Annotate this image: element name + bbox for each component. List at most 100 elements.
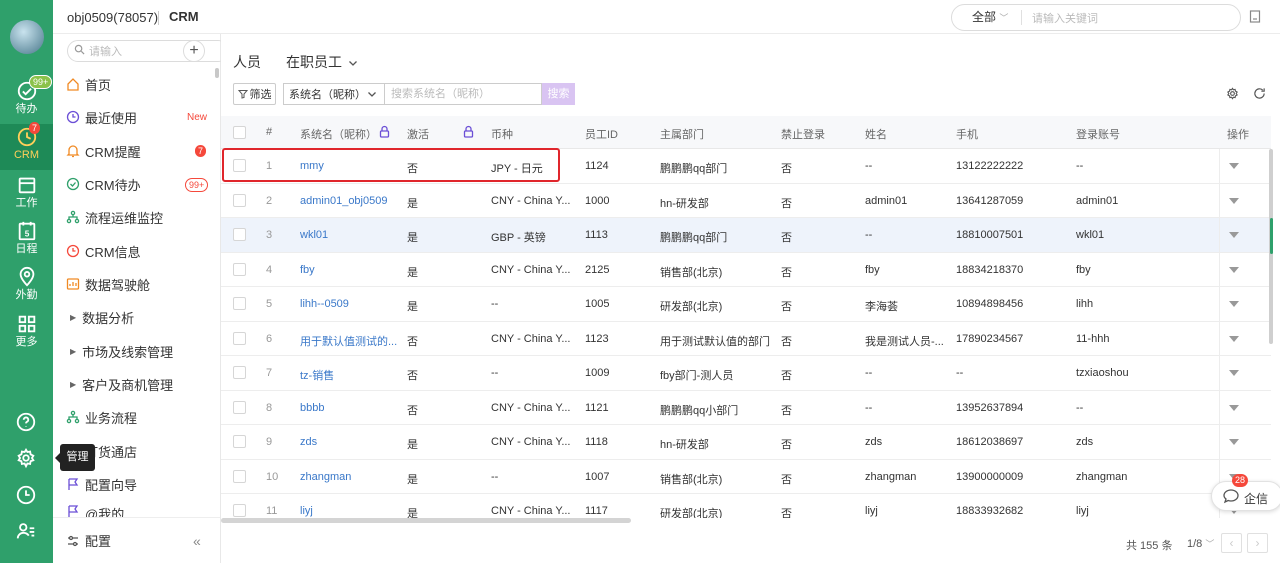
row-actions[interactable] (1219, 218, 1271, 252)
table-horizontal-scrollbar[interactable] (221, 518, 631, 523)
nav-item-mentions[interactable]: @我的 (53, 504, 213, 518)
org-name[interactable]: obj0509(78057) (67, 10, 158, 25)
select-all-checkbox[interactable] (233, 126, 246, 139)
column-header[interactable]: 姓名 (865, 126, 887, 142)
search-button[interactable]: 搜索 (542, 83, 575, 105)
row-actions[interactable] (1219, 287, 1271, 321)
nav-item-marketing[interactable]: ▶ 市场及线索管理 (53, 339, 213, 363)
column-header[interactable]: 禁止登录 (781, 126, 825, 142)
row-actions[interactable] (1219, 321, 1271, 355)
rail-item-todo[interactable]: 待办 99+ (0, 75, 53, 124)
document-icon[interactable] (1249, 10, 1261, 23)
name-link[interactable]: zds (300, 436, 317, 448)
row-checkbox[interactable] (233, 435, 246, 448)
filter-button[interactable]: 筛选 (233, 83, 276, 105)
table-row[interactable]: 2 admin01_obj0509 是 CNY - China Y... 1000 hn-… (221, 183, 1271, 218)
nav-item-data-analysis[interactable]: ▶ 数据分析 (53, 305, 213, 329)
row-checkbox[interactable] (233, 297, 246, 310)
clock-icon (66, 244, 80, 258)
table-row[interactable]: 4 fby 是 CNY - China Y... 2125 销售部(北京) 否 fby 1883… (221, 252, 1271, 287)
nav-item-business-flow[interactable]: 业务流程 (53, 405, 213, 429)
name-link[interactable]: liyj (300, 505, 313, 517)
column-header[interactable]: 登录账号 (1076, 126, 1120, 142)
settings-icon[interactable] (1226, 87, 1239, 100)
rail-item-work[interactable]: 工作 (0, 172, 53, 218)
collapse-icon[interactable]: « (193, 533, 201, 549)
name-link[interactable]: admin01_obj0509 (300, 195, 387, 207)
nav-item-process-monitor[interactable]: 流程运维监控 (53, 205, 213, 229)
column-header[interactable]: 币种 (491, 126, 513, 142)
grid-icon (0, 311, 53, 335)
row-checkbox[interactable] (233, 469, 246, 483)
add-button[interactable]: + (183, 40, 205, 62)
column-header[interactable]: 系统名（昵称） (300, 126, 377, 142)
nav-item-crm-todo[interactable]: CRM待办 99+ (53, 172, 213, 196)
row-actions[interactable] (1219, 252, 1271, 286)
nav-item-recent[interactable]: 最近使用 New (53, 105, 213, 129)
name-link[interactable]: 用于默认值测试的... (300, 333, 397, 349)
config-label[interactable]: 配置 (85, 531, 111, 550)
column-header[interactable]: 主属部门 (660, 126, 704, 142)
row-checkbox[interactable] (233, 228, 246, 241)
row-actions[interactable] (1219, 390, 1271, 424)
page-select[interactable]: 1/8 ﹀ (1187, 537, 1214, 550)
column-header[interactable]: 员工ID (585, 126, 618, 142)
prev-page-button[interactable]: ‹ (1221, 533, 1242, 553)
search-input[interactable]: 搜索系统名（昵称） (384, 83, 542, 105)
table-row[interactable]: 3 wkl01 是 GBP - 英镑 1113 鹏鹏鹏qq部门 否 -- 18810007501… (221, 218, 1271, 253)
qixin-chat-button[interactable]: 企信 28 (1211, 474, 1280, 511)
row-actions[interactable] (1219, 149, 1271, 183)
nav-item-crm-reminder[interactable]: CRM提醒 7 (53, 139, 213, 163)
nav-item-customers[interactable]: ▶ 客户及商机管理 (53, 372, 213, 396)
help-icon[interactable] (15, 411, 37, 433)
row-actions[interactable] (1219, 183, 1271, 217)
name-link[interactable]: fby (300, 264, 315, 276)
row-checkbox[interactable] (233, 504, 246, 517)
field-select[interactable]: 系统名（昵称） (283, 83, 384, 105)
row-checkbox[interactable] (233, 193, 246, 207)
name-link[interactable]: bbbb (300, 402, 324, 414)
table-cell: 17890234567 (956, 332, 1024, 345)
nav-item-config-guide[interactable]: 配置向导 (53, 472, 213, 496)
name-link[interactable]: lihh--0509 (300, 298, 349, 310)
table-row[interactable]: 6 用于默认值测试的... 否 CNY - China Y... 1123 用于测试默认值… (221, 321, 1271, 356)
user-list-icon[interactable] (15, 520, 37, 542)
nav-scrollbar[interactable] (215, 68, 219, 78)
table-row[interactable]: 8 bbbb 否 CNY - China Y... 1121 鹏鹏鹏qq小部门 否 -- 139… (221, 390, 1271, 425)
table-row[interactable]: 10 zhangman 是 -- 1007 销售部(北京) 否 zhangman 1390000… (221, 459, 1271, 494)
avatar[interactable] (10, 20, 44, 54)
table-row[interactable]: 9 zds 是 CNY - China Y... 1118 hn-研发部 否 zds 18612… (221, 425, 1271, 460)
rail-item-field[interactable]: 外勤 (0, 264, 53, 310)
global-search-input[interactable]: 请输入关键词 (1022, 10, 1098, 26)
name-link[interactable]: tz-销售 (300, 367, 334, 383)
view-selector[interactable]: 在职员工 (286, 52, 358, 72)
gear-icon[interactable] (15, 447, 37, 469)
table-row[interactable]: 5 lihh--0509 是 -- 1005 研发部(北京) 否 李海荟 10894898456… (221, 287, 1271, 322)
rail-item-crm[interactable]: CRM 7 (0, 122, 53, 170)
row-checkbox[interactable] (233, 331, 246, 345)
column-header[interactable]: 激活 (407, 126, 429, 142)
clock-icon[interactable] (15, 484, 37, 506)
row-checkbox[interactable] (233, 400, 246, 414)
nav-item-home[interactable]: 首页 (53, 72, 213, 96)
scope-select[interactable]: 全部 ﹀ (952, 10, 1022, 25)
name-link[interactable]: zhangman (300, 471, 351, 483)
rail-item-calendar[interactable]: 5 日程 (0, 218, 53, 264)
nav-item-data-cockpit[interactable]: 数据驾驶舱 (53, 272, 213, 296)
nav-label: 流程运维监控 (85, 210, 164, 226)
row-checkbox[interactable] (233, 262, 246, 276)
global-search[interactable]: 全部 ﹀ 请输入关键词 (951, 4, 1241, 31)
name-link[interactable]: wkl01 (300, 229, 328, 241)
table-row[interactable]: 7 tz-销售 否 -- 1009 fby部门-测人员 否 -- -- tzxiaoshou (221, 356, 1271, 391)
table-cell: -- (956, 367, 964, 379)
refresh-icon[interactable] (1253, 87, 1266, 100)
column-header[interactable]: 手机 (956, 126, 978, 142)
row-actions[interactable] (1219, 356, 1271, 390)
row-actions[interactable] (1219, 425, 1271, 459)
table-cell: 是 (407, 266, 418, 279)
row-checkbox[interactable] (233, 366, 246, 379)
nav-item-crm-info[interactable]: CRM信息 (53, 239, 213, 263)
rail-item-more[interactable]: 更多 (0, 311, 53, 357)
table-row[interactable]: 11 liyj 是 CNY - China Y... 1117 研发部(北京) 否 liyj 1… (221, 494, 1271, 518)
next-page-button[interactable]: › (1247, 533, 1268, 553)
